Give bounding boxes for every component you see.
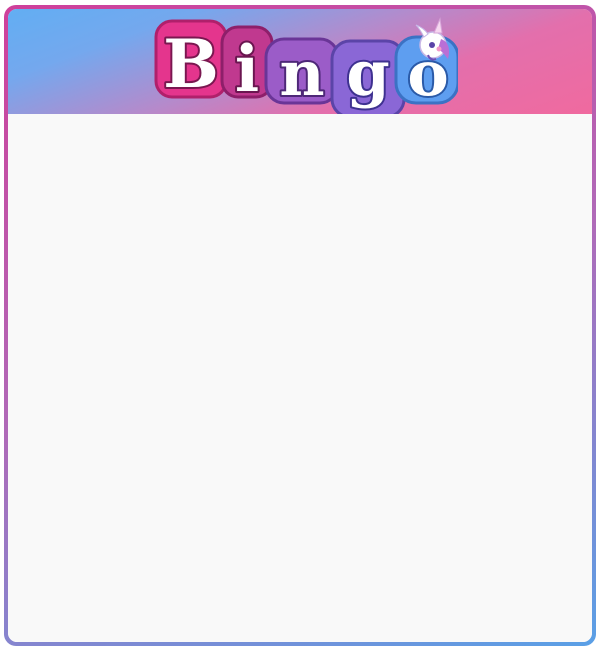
game-header: B i n g o [8,9,592,115]
logo-letter-i: i [235,32,259,107]
bingo-logo: B i n g o [154,17,458,115]
game-window: B i n g o [8,9,592,642]
bingo-board-area [8,114,592,642]
logo-letter-n: n [279,37,324,110]
logo-letter-g: g [346,37,389,110]
game-frame: B i n g o [4,5,596,646]
logo-letter-b: B [163,25,219,103]
